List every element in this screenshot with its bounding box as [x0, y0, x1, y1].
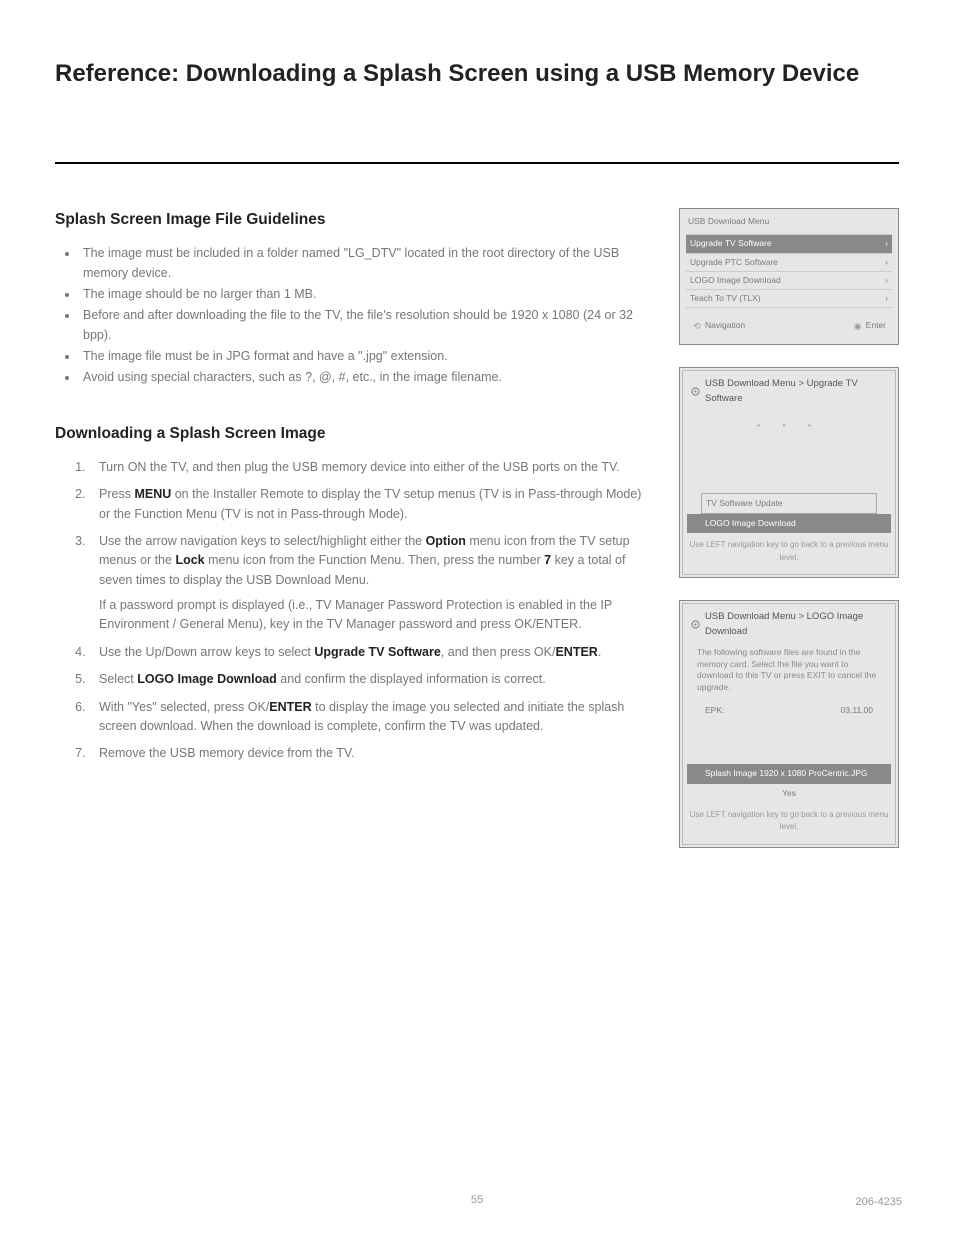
- menu-row[interactable]: LOGO Image Download›: [686, 271, 892, 289]
- fig3-yes-row[interactable]: Yes: [687, 784, 891, 803]
- bullet-item: The image file must be in JPG format and…: [79, 347, 653, 366]
- fig2-caption: Use LEFT navigation key to go back to a …: [687, 533, 891, 564]
- option-key: Option: [426, 534, 466, 548]
- fig3-epk-row: EPK:03.11.00: [687, 701, 891, 720]
- page-number: 55: [471, 1192, 483, 1209]
- note-block: If a password prompt is displayed (i.e.,…: [55, 596, 653, 635]
- fig-upgrade-tv-software: USB Download Menu > Upgrade TV Software …: [679, 367, 899, 578]
- menu-row[interactable]: TV Software Update: [701, 493, 877, 514]
- fig2-dots: • • •: [687, 413, 891, 438]
- steps-list: Turn ON the TV, and then plug the USB me…: [55, 458, 653, 590]
- step-item: Press MENU on the Installer Remote to di…: [89, 485, 653, 524]
- fig2-title: USB Download Menu > Upgrade TV Software: [705, 377, 887, 406]
- step-item: Remove the USB memory device from the TV…: [89, 744, 653, 763]
- fig3-file-row-selected[interactable]: Splash Image 1920 x 1080 ProCentric.JPG: [687, 764, 891, 783]
- figures-column: USB Download Menu Upgrade TV Software› U…: [679, 208, 899, 869]
- menu-key: MENU: [134, 487, 171, 501]
- menu-row[interactable]: Teach To TV (TLX)›: [686, 289, 892, 308]
- steps-list-cont: Use the Up/Down arrow keys to select Upg…: [55, 643, 653, 764]
- fig-usb-download-menu: USB Download Menu Upgrade TV Software› U…: [679, 208, 899, 345]
- doc-id: 206‑4235: [856, 1194, 903, 1211]
- fig3-caption: Use LEFT navigation key to go back to a …: [687, 803, 891, 834]
- step-item: Use the arrow navigation keys to select/…: [89, 532, 653, 590]
- guidelines-list: The image must be included in a folder n…: [55, 244, 653, 388]
- menu-row[interactable]: Upgrade PTC Software›: [686, 253, 892, 271]
- rule: [55, 162, 899, 164]
- bullet-item: Before and after downloading the file to…: [79, 306, 653, 345]
- step-item: With "Yes" selected, press OK/ENTER to d…: [89, 698, 653, 737]
- upgrade-key: Upgrade TV Software: [314, 645, 440, 659]
- main-text-column: Splash Screen Image File Guidelines The …: [55, 208, 653, 869]
- fig-logo-image-download: USB Download Menu > LOGO Image Download …: [679, 600, 899, 848]
- gear-icon: [691, 387, 700, 396]
- menu-row-selected[interactable]: LOGO Image Download: [687, 514, 891, 533]
- logo-key: LOGO Image Download: [137, 672, 277, 686]
- page-title: Reference: Downloading a Splash Screen u…: [55, 55, 899, 92]
- bullet-item: The image should be no larger than 1 MB.: [79, 285, 653, 304]
- fig1-title: USB Download Menu: [686, 215, 892, 228]
- menu-row-selected[interactable]: Upgrade TV Software›: [686, 234, 892, 252]
- enter-icon: ◉: [853, 321, 863, 331]
- step-item: Select LOGO Image Download and confirm t…: [89, 670, 653, 689]
- enter-key: ENTER: [269, 700, 311, 714]
- section1-heading: Splash Screen Image File Guidelines: [55, 208, 653, 232]
- section2-heading: Downloading a Splash Screen Image: [55, 422, 653, 446]
- step-item: Use the Up/Down arrow keys to select Upg…: [89, 643, 653, 662]
- fig3-title: USB Download Menu > LOGO Image Download: [705, 610, 887, 639]
- enter-key: ENTER: [555, 645, 597, 659]
- bullet-item: Avoid using special characters, such as …: [79, 368, 653, 387]
- bullet-item: The image must be included in a folder n…: [79, 244, 653, 283]
- lock-key: Lock: [175, 553, 204, 567]
- gear-icon: [691, 620, 700, 629]
- step-item: Turn ON the TV, and then plug the USB me…: [89, 458, 653, 477]
- nav-icon: ⟲: [692, 321, 702, 331]
- fig1-footer: ⟲Navigation ◉Enter: [686, 314, 892, 334]
- fig3-desc: The following software files are found i…: [687, 645, 891, 701]
